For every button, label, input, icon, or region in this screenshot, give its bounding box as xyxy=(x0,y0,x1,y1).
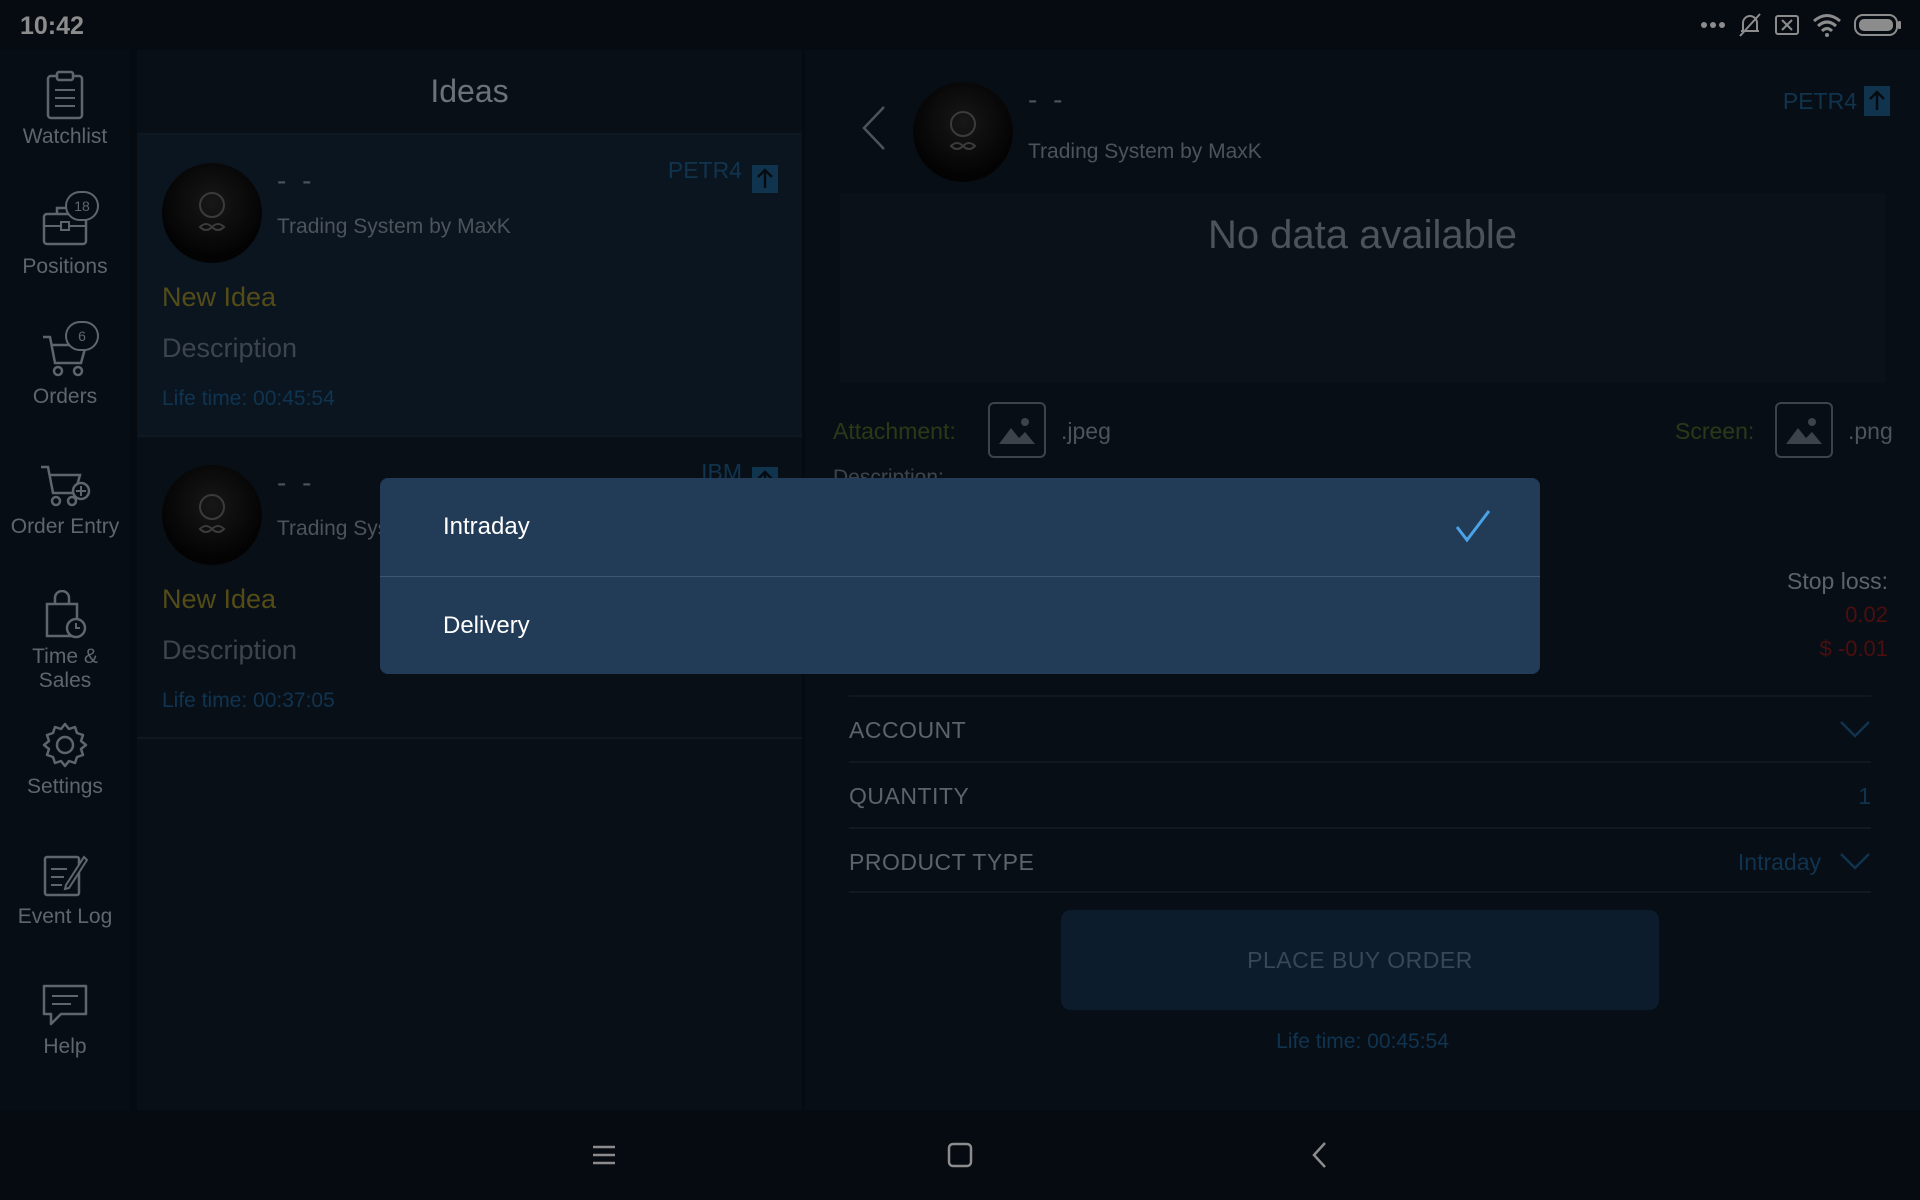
product-type-dropdown: Intraday Delivery xyxy=(380,478,1540,674)
option-delivery[interactable]: Delivery xyxy=(380,576,1540,674)
option-label: Intraday xyxy=(443,513,530,540)
checkmark-icon xyxy=(1454,508,1492,549)
option-label: Delivery xyxy=(443,611,530,639)
option-intraday[interactable]: Intraday xyxy=(380,478,1540,576)
